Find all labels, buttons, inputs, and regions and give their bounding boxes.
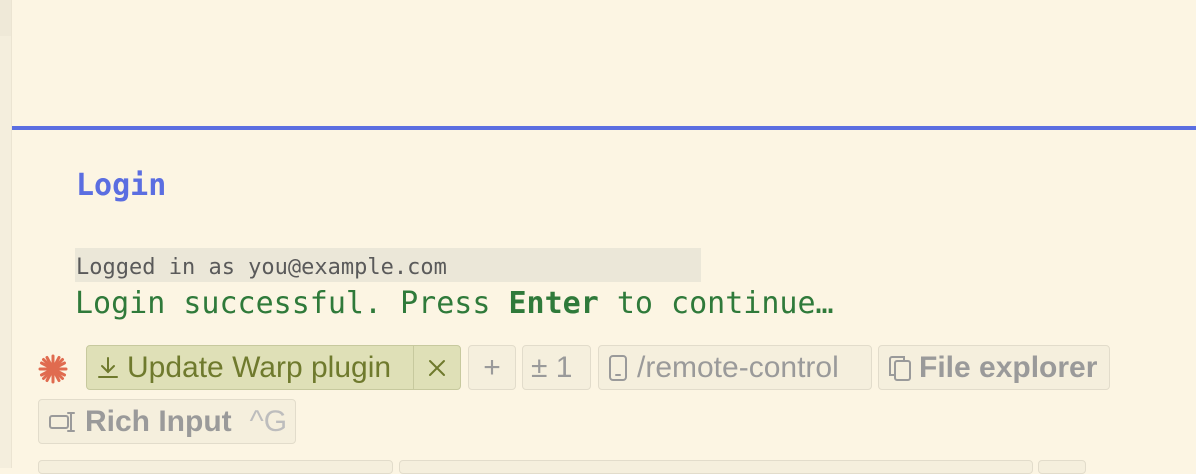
section-title: Login bbox=[76, 168, 167, 203]
success-text-start: Login successful. Press bbox=[75, 286, 509, 321]
plus-label: + bbox=[483, 350, 501, 384]
success-message: Login successful. Press Enter to continu… bbox=[75, 286, 834, 321]
phone-icon bbox=[609, 354, 627, 381]
add-button[interactable]: + bbox=[468, 345, 516, 390]
gutter-marker bbox=[0, 0, 11, 36]
rich-input-shortcut: ^G bbox=[249, 404, 288, 438]
bottom-chip-1[interactable] bbox=[38, 460, 393, 474]
remote-control-label: /remote-control bbox=[637, 350, 839, 384]
download-icon bbox=[98, 356, 118, 378]
close-icon bbox=[429, 359, 445, 376]
bottom-chip-2[interactable] bbox=[399, 460, 1033, 474]
remote-control-chip[interactable]: /remote-control bbox=[598, 345, 872, 390]
rich-input-label: Rich Input bbox=[85, 404, 232, 438]
spark-icon bbox=[38, 354, 68, 384]
block-divider bbox=[12, 126, 1196, 130]
update-plugin-chip: Update Warp plugin bbox=[86, 345, 461, 390]
dismiss-update-button[interactable] bbox=[413, 346, 460, 389]
file-explorer-label: File explorer bbox=[919, 350, 1098, 384]
file-explorer-chip[interactable]: File explorer bbox=[878, 345, 1110, 390]
bottom-chip-3[interactable] bbox=[1038, 460, 1086, 474]
copy-files-icon bbox=[889, 355, 911, 381]
enter-key-text: Enter bbox=[508, 286, 599, 321]
rich-input-icon bbox=[49, 411, 75, 432]
update-plugin-label: Update Warp plugin bbox=[127, 350, 392, 384]
logged-in-text: Logged in as you@example.com bbox=[76, 255, 447, 280]
diff-count-label: ± 1 bbox=[531, 350, 573, 384]
left-gutter bbox=[0, 0, 12, 468]
rich-input-chip[interactable]: Rich Input ^G bbox=[38, 399, 296, 444]
success-text-end: to continue… bbox=[598, 286, 834, 321]
diff-count-chip[interactable]: ± 1 bbox=[522, 345, 591, 390]
update-plugin-button[interactable]: Update Warp plugin bbox=[87, 346, 399, 389]
